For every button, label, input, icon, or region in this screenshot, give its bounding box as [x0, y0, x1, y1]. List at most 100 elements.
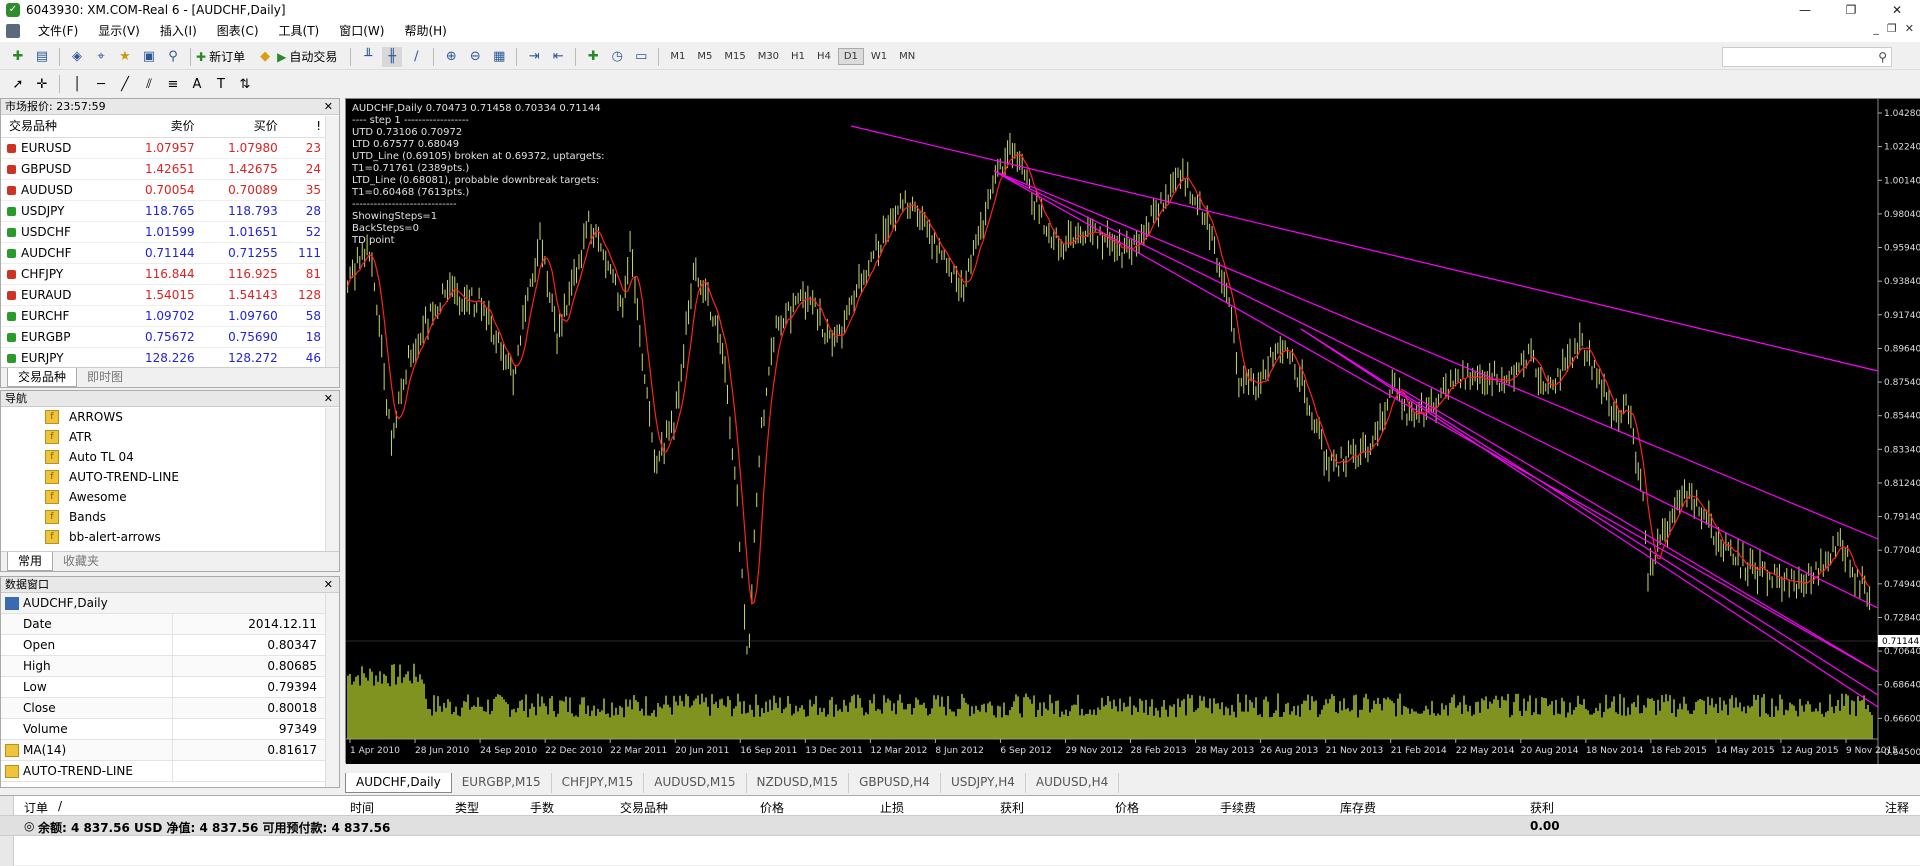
col-bid[interactable]: 卖价: [117, 115, 201, 138]
indicators-icon[interactable]: ✚: [583, 47, 603, 67]
market-watch-row[interactable]: EURCHF 1.09702 1.09760 58: [1, 305, 327, 327]
candlestick-icon[interactable]: ╫: [382, 46, 403, 67]
data-window-icon[interactable]: ⌖: [91, 47, 111, 67]
periods-icon[interactable]: ◷: [607, 47, 627, 67]
market-watch-row[interactable]: AUDUSD 0.70054 0.70089 35: [1, 179, 327, 201]
restore-button[interactable]: ❐: [1828, 0, 1874, 20]
menu-view[interactable]: 显示(V): [88, 20, 150, 42]
terminal-column-header[interactable]: 订单: [24, 799, 48, 816]
timeframe-m15[interactable]: M15: [719, 49, 750, 64]
menu-tools[interactable]: 工具(T): [269, 20, 330, 42]
tab-tick-chart[interactable]: 即时图: [77, 368, 133, 387]
terminal-column-header[interactable]: 价格: [1115, 799, 1139, 816]
chart-tab[interactable]: GBPUSD,H4: [849, 773, 941, 793]
market-watch-row[interactable]: EURGBP 0.75672 0.75690 18: [1, 326, 327, 348]
child-close-icon[interactable]: ✕: [1905, 22, 1914, 35]
profiles-icon[interactable]: ▤: [32, 47, 52, 67]
timeframe-mn[interactable]: MN: [894, 49, 920, 64]
market-watch-row[interactable]: GBPUSD 1.42651 1.42675 24: [1, 158, 327, 180]
timeframe-m5[interactable]: M5: [692, 49, 717, 64]
chart-tab[interactable]: AUDCHF,Daily: [345, 773, 452, 793]
terminal-icon[interactable]: ▣: [139, 47, 159, 67]
navigator-item[interactable]: f Bands: [1, 507, 339, 527]
chart-tab[interactable]: AUDUSD,H4: [1026, 773, 1120, 793]
tab-favorites[interactable]: 收藏夹: [53, 552, 109, 571]
terminal-column-header[interactable]: 手续费: [1220, 799, 1256, 816]
terminal-column-header[interactable]: /: [58, 799, 62, 813]
chart-tab[interactable]: AUDUSD,M15: [644, 773, 747, 793]
market-watch-icon[interactable]: ◈: [67, 47, 87, 67]
terminal-column-header[interactable]: 手数: [530, 799, 554, 816]
col-spread[interactable]: !: [283, 115, 327, 138]
close-icon[interactable]: ✕: [324, 391, 333, 407]
metaeditor-icon[interactable]: ◆: [255, 47, 275, 67]
terminal-column-header[interactable]: 价格: [760, 799, 784, 816]
timeframe-w1[interactable]: W1: [866, 49, 892, 64]
terminal-column-header[interactable]: 交易品种: [620, 799, 668, 816]
trendline-icon[interactable]: ╱: [115, 74, 135, 94]
text-icon[interactable]: A: [187, 74, 207, 94]
cursor-icon[interactable]: ➚: [8, 74, 28, 94]
bar-chart-icon[interactable]: ╨: [358, 47, 378, 67]
timeframe-m1[interactable]: M1: [665, 49, 690, 64]
terminal-column-header[interactable]: 获利: [1530, 799, 1554, 816]
search-input[interactable]: ⚲: [1722, 47, 1892, 67]
tab-common[interactable]: 常用: [7, 552, 54, 571]
navigator-item[interactable]: f ATR: [1, 427, 339, 447]
navigator-item[interactable]: f Auto TL 04: [1, 447, 339, 467]
market-watch-row[interactable]: EURAUD 1.54015 1.54143 128: [1, 284, 327, 306]
market-watch-row[interactable]: USDJPY 118.765 118.793 28: [1, 200, 327, 222]
navigator-item[interactable]: f ARROWS: [1, 407, 339, 427]
navigator-item[interactable]: f Awesome: [1, 487, 339, 507]
new-order-button[interactable]: ✚ 新订单: [196, 48, 245, 65]
terminal-column-header[interactable]: 获利: [1000, 799, 1024, 816]
line-chart-icon[interactable]: ∕: [406, 47, 426, 67]
market-watch-row[interactable]: USDCHF 1.01599 1.01651 52: [1, 221, 327, 243]
menu-window[interactable]: 窗口(W): [329, 20, 394, 42]
close-icon[interactable]: ✕: [324, 577, 333, 593]
close-icon[interactable]: ✕: [324, 99, 333, 115]
market-watch-row[interactable]: EURJPY 128.226 128.272 46: [1, 347, 327, 369]
menu-file[interactable]: 文件(F): [28, 20, 88, 42]
terminal-column-header[interactable]: 类型: [455, 799, 479, 816]
child-minimize-icon[interactable]: _: [1873, 22, 1879, 35]
data-window-scrollbar[interactable]: [325, 594, 339, 787]
chart-tab[interactable]: CHFJPY,M15: [552, 773, 645, 793]
equidistant-channel-icon[interactable]: ⫽: [139, 74, 159, 94]
market-watch-scrollbar[interactable]: [325, 116, 339, 368]
timeframe-d1[interactable]: D1: [837, 48, 864, 65]
close-button[interactable]: ✕: [1874, 0, 1920, 20]
terminal-column-header[interactable]: 时间: [350, 799, 374, 816]
new-chart-icon[interactable]: ✚: [8, 47, 28, 67]
timeframe-h4[interactable]: H4: [812, 49, 836, 64]
horizontal-line-icon[interactable]: ─: [91, 74, 111, 94]
crosshair-icon[interactable]: ✛: [32, 74, 52, 94]
chart-tab[interactable]: USDJPY,H4: [941, 773, 1026, 793]
terminal-column-header[interactable]: 止损: [880, 799, 904, 816]
terminal-column-header[interactable]: 注释: [1885, 799, 1909, 816]
col-ask[interactable]: 买价: [200, 115, 284, 138]
market-watch-row[interactable]: EURUSD 1.07957 1.07980 23: [1, 137, 327, 159]
market-watch-row[interactable]: AUDCHF 0.71144 0.71255 111: [1, 242, 327, 264]
minimize-button[interactable]: —: [1782, 0, 1828, 20]
chart-window[interactable]: 1.04280 1.02240 1.00140 0.98040 0.95940 0.938…: [345, 98, 1920, 764]
zoom-out-icon[interactable]: ⊖: [465, 47, 485, 67]
tile-windows-icon[interactable]: ▦: [489, 47, 509, 67]
zoom-in-icon[interactable]: ⊕: [441, 47, 461, 67]
menu-help[interactable]: 帮助(H): [394, 20, 456, 42]
timeframe-m30[interactable]: M30: [753, 49, 784, 64]
tab-symbols[interactable]: 交易品种: [7, 368, 78, 387]
navigator-item[interactable]: f bb-alert-arrows: [1, 527, 339, 547]
terminal-column-header[interactable]: 库存费: [1340, 799, 1376, 816]
col-symbol[interactable]: 交易品种: [1, 115, 118, 138]
vertical-line-icon[interactable]: │: [67, 74, 87, 94]
chart-tab[interactable]: EURGBP,M15: [452, 773, 552, 793]
strategy-tester-icon[interactable]: ⚲: [163, 47, 183, 67]
chart-tab[interactable]: NZDUSD,M15: [747, 773, 850, 793]
chart-shift-icon[interactable]: ⇥: [524, 47, 544, 67]
autoscroll-icon[interactable]: ⇤: [548, 47, 568, 67]
navigator-item[interactable]: f AUTO-TREND-LINE: [1, 467, 339, 487]
arrows-icon[interactable]: ⇅: [235, 74, 255, 94]
navigator-scrollbar[interactable]: [325, 408, 339, 552]
text-label-icon[interactable]: T: [211, 74, 231, 94]
